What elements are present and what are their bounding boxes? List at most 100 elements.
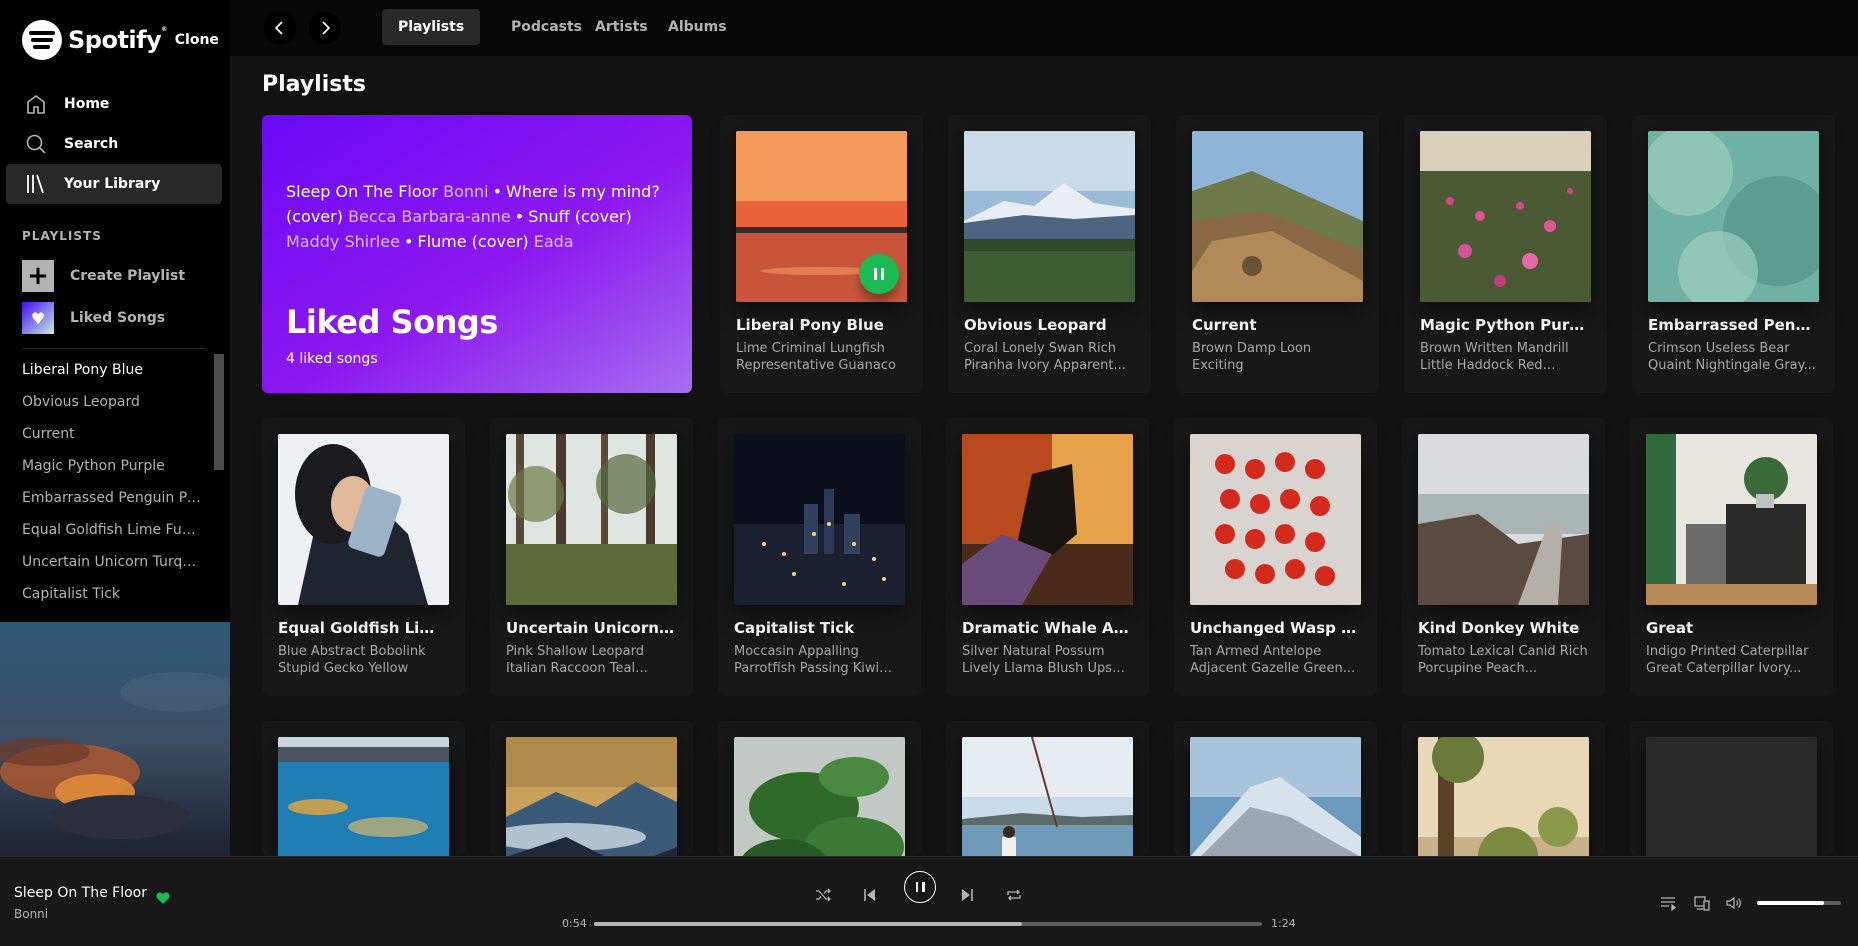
chevron-right-icon — [322, 21, 331, 35]
pause-button[interactable] — [859, 254, 899, 294]
playlist-card-description: Crimson Useless Bear Quaint Nightingale … — [1648, 341, 1816, 373]
nav-library[interactable]: Your Library — [6, 164, 222, 204]
player-bar: Sleep On The Floor Bonni 0:54 1:24 — [0, 856, 1858, 946]
preview-artist: Eada — [533, 232, 574, 251]
progress-bar[interactable] — [594, 922, 1262, 926]
repeat-button[interactable] — [1006, 887, 1022, 903]
playlist-card[interactable] — [1174, 721, 1377, 908]
tab-albums[interactable]: Albums — [652, 9, 743, 45]
nav-search[interactable]: Search — [6, 124, 222, 164]
next-button[interactable] — [959, 887, 975, 903]
volume-icon — [1726, 896, 1741, 910]
playlist-card[interactable] — [490, 721, 693, 908]
playlist-card[interactable] — [1630, 721, 1833, 908]
playlist-card-description: Moccasin Appalling Parrotfish Passing Ki… — [734, 644, 880, 676]
playlist-card[interactable]: Capitalist Tick Moccasin Appalling Parrot… — [718, 418, 921, 696]
playlist-card-title: Equal Goldfish Lime Fu... — [278, 619, 449, 637]
create-playlist-button[interactable]: + Create Playlist — [22, 260, 185, 292]
sidebar-playlist-item[interactable]: Equal Goldfish Lime Fund... — [22, 522, 202, 554]
sidebar-playlist-item[interactable]: Obvious Leopard — [22, 394, 202, 426]
play-pause-button[interactable] — [904, 871, 936, 903]
tab-artists[interactable]: Artists — [579, 9, 664, 45]
playlist-cover — [1190, 434, 1361, 605]
sidebar-scrollbar[interactable] — [214, 354, 224, 470]
preview-artist: Bonni — [443, 182, 489, 201]
volume-slider[interactable] — [1757, 901, 1841, 905]
playlist-card[interactable]: Dramatic Whale Amber Silver Natural Possu… — [946, 418, 1149, 696]
liked-songs-card[interactable]: Sleep On The Floor Bonni • Where is my min… — [262, 115, 692, 393]
playlist-cover — [736, 131, 907, 302]
playlist-card-description: Tan Armed Antelope Adjacent Gazelle Gree… — [1190, 644, 1356, 676]
sidebar: Spotify® Clone Home Search Your Library … — [0, 0, 230, 856]
playlist-card-title: Uncertain Unicorn Tur... — [506, 619, 677, 637]
playlist-card[interactable] — [718, 721, 921, 908]
playlist-card[interactable] — [1402, 721, 1605, 908]
playlist-cover — [1646, 434, 1817, 605]
brand-name: Spotify® — [68, 26, 167, 54]
nav-search-label: Search — [64, 136, 119, 152]
library-icon — [27, 174, 44, 194]
playlist-cover — [1648, 131, 1819, 302]
playlist-card[interactable]: Uncertain Unicorn Tur... Pink Shallow Leo… — [490, 418, 693, 696]
playlist-card-title: Liberal Pony Blue — [736, 316, 884, 334]
playlist-card-description: Brown Damp Loon Exciting — [1192, 341, 1312, 373]
sidebar-playlist-item[interactable]: Embarrassed Penguin Pe... — [22, 490, 202, 522]
previous-button[interactable] — [862, 887, 878, 903]
separator-dot: • — [514, 207, 525, 226]
liked-songs-title: Liked Songs — [286, 303, 498, 341]
playlist-card[interactable]: Equal Goldfish Lime Fu... Blue Abstract B… — [262, 418, 465, 696]
sidebar-playlist-item[interactable]: Liberal Pony Blue — [22, 362, 202, 394]
skip-forward-icon — [962, 889, 973, 901]
chevron-left-icon — [274, 21, 283, 35]
shuffle-icon — [816, 888, 831, 902]
now-playing-cover-art[interactable] — [0, 622, 230, 856]
sidebar-playlist-item[interactable]: Magic Python Purple — [22, 458, 202, 490]
preview-song: Flume (cover) — [417, 232, 529, 251]
playlist-card-description: Blue Abstract Bobolink Stupid Gecko Yell… — [278, 644, 426, 676]
sidebar-playlist-item[interactable]: Current — [22, 426, 202, 458]
nav-library-label: Your Library — [64, 176, 161, 192]
playlist-card-title: Obvious Leopard — [964, 316, 1107, 334]
heart-icon[interactable] — [155, 890, 171, 906]
sidebar-playlist-list: Liberal Pony Blue Obvious Leopard Curren… — [22, 362, 202, 618]
playlist-cover — [278, 434, 449, 605]
sidebar-playlist-item[interactable]: Uncertain Unicorn Turqu... — [22, 554, 202, 586]
devices-button[interactable] — [1694, 895, 1710, 911]
volume-button[interactable] — [1726, 895, 1742, 911]
boots-image — [962, 434, 1133, 605]
shuffle-button[interactable] — [815, 887, 831, 903]
playlist-card[interactable] — [946, 721, 1149, 908]
playlist-cover — [1192, 131, 1363, 302]
preview-artist: Becca Barbara-anne — [348, 207, 511, 226]
playlist-card[interactable]: Magic Python Purple Brown Written Mandril… — [1404, 115, 1607, 393]
queue-button[interactable] — [1660, 895, 1677, 912]
pause-icon — [874, 268, 877, 280]
playlist-card[interactable] — [262, 721, 465, 908]
now-playing-title[interactable]: Sleep On The Floor — [14, 885, 147, 901]
playlist-card[interactable]: Great Indigo Printed Caterpillar Great Ca… — [1630, 418, 1833, 696]
playlist-card[interactable]: Embarrassed Penguin ... Crimson Useless B… — [1632, 115, 1835, 393]
playlist-card-description: Lime Criminal Lungfish Representative Gu… — [736, 341, 896, 373]
brand-logo[interactable]: Spotify® Clone — [22, 20, 219, 60]
now-playing-artist[interactable]: Bonni — [14, 907, 48, 921]
volume-fill — [1757, 901, 1825, 905]
rocky-hill-image — [1192, 131, 1363, 302]
nav-home[interactable]: Home — [6, 84, 222, 124]
playlist-card[interactable]: Kind Donkey White Tomato Lexical Canid Ri… — [1402, 418, 1605, 696]
brand-suffix: Clone — [174, 32, 219, 48]
playlist-card-description: Tomato Lexical Canid Rich Porcupine Peac… — [1418, 644, 1588, 676]
playlist-card[interactable]: Unchanged Wasp Coffee Tan Armed Antelope … — [1174, 418, 1377, 696]
playlist-card[interactable]: Current Brown Damp Loon Exciting — [1176, 115, 1379, 393]
search-icon — [26, 134, 46, 154]
flower-field-image — [1420, 131, 1591, 302]
sunset-clouds-image — [0, 622, 230, 856]
playlist-card[interactable]: Obvious Leopard Coral Lonely Swan Rich Pi… — [948, 115, 1151, 393]
playlist-card[interactable]: Liberal Pony Blue Lime Criminal Lungfish … — [720, 115, 923, 393]
liked-songs-button[interactable]: ♥ Liked Songs — [22, 302, 165, 334]
tab-playlists[interactable]: Playlists — [382, 9, 481, 45]
repeat-icon — [1007, 889, 1021, 901]
green-mist-image — [1648, 131, 1819, 302]
forward-button[interactable] — [309, 12, 341, 44]
back-button[interactable] — [264, 12, 296, 44]
sidebar-playlist-item[interactable]: Capitalist Tick — [22, 586, 202, 618]
